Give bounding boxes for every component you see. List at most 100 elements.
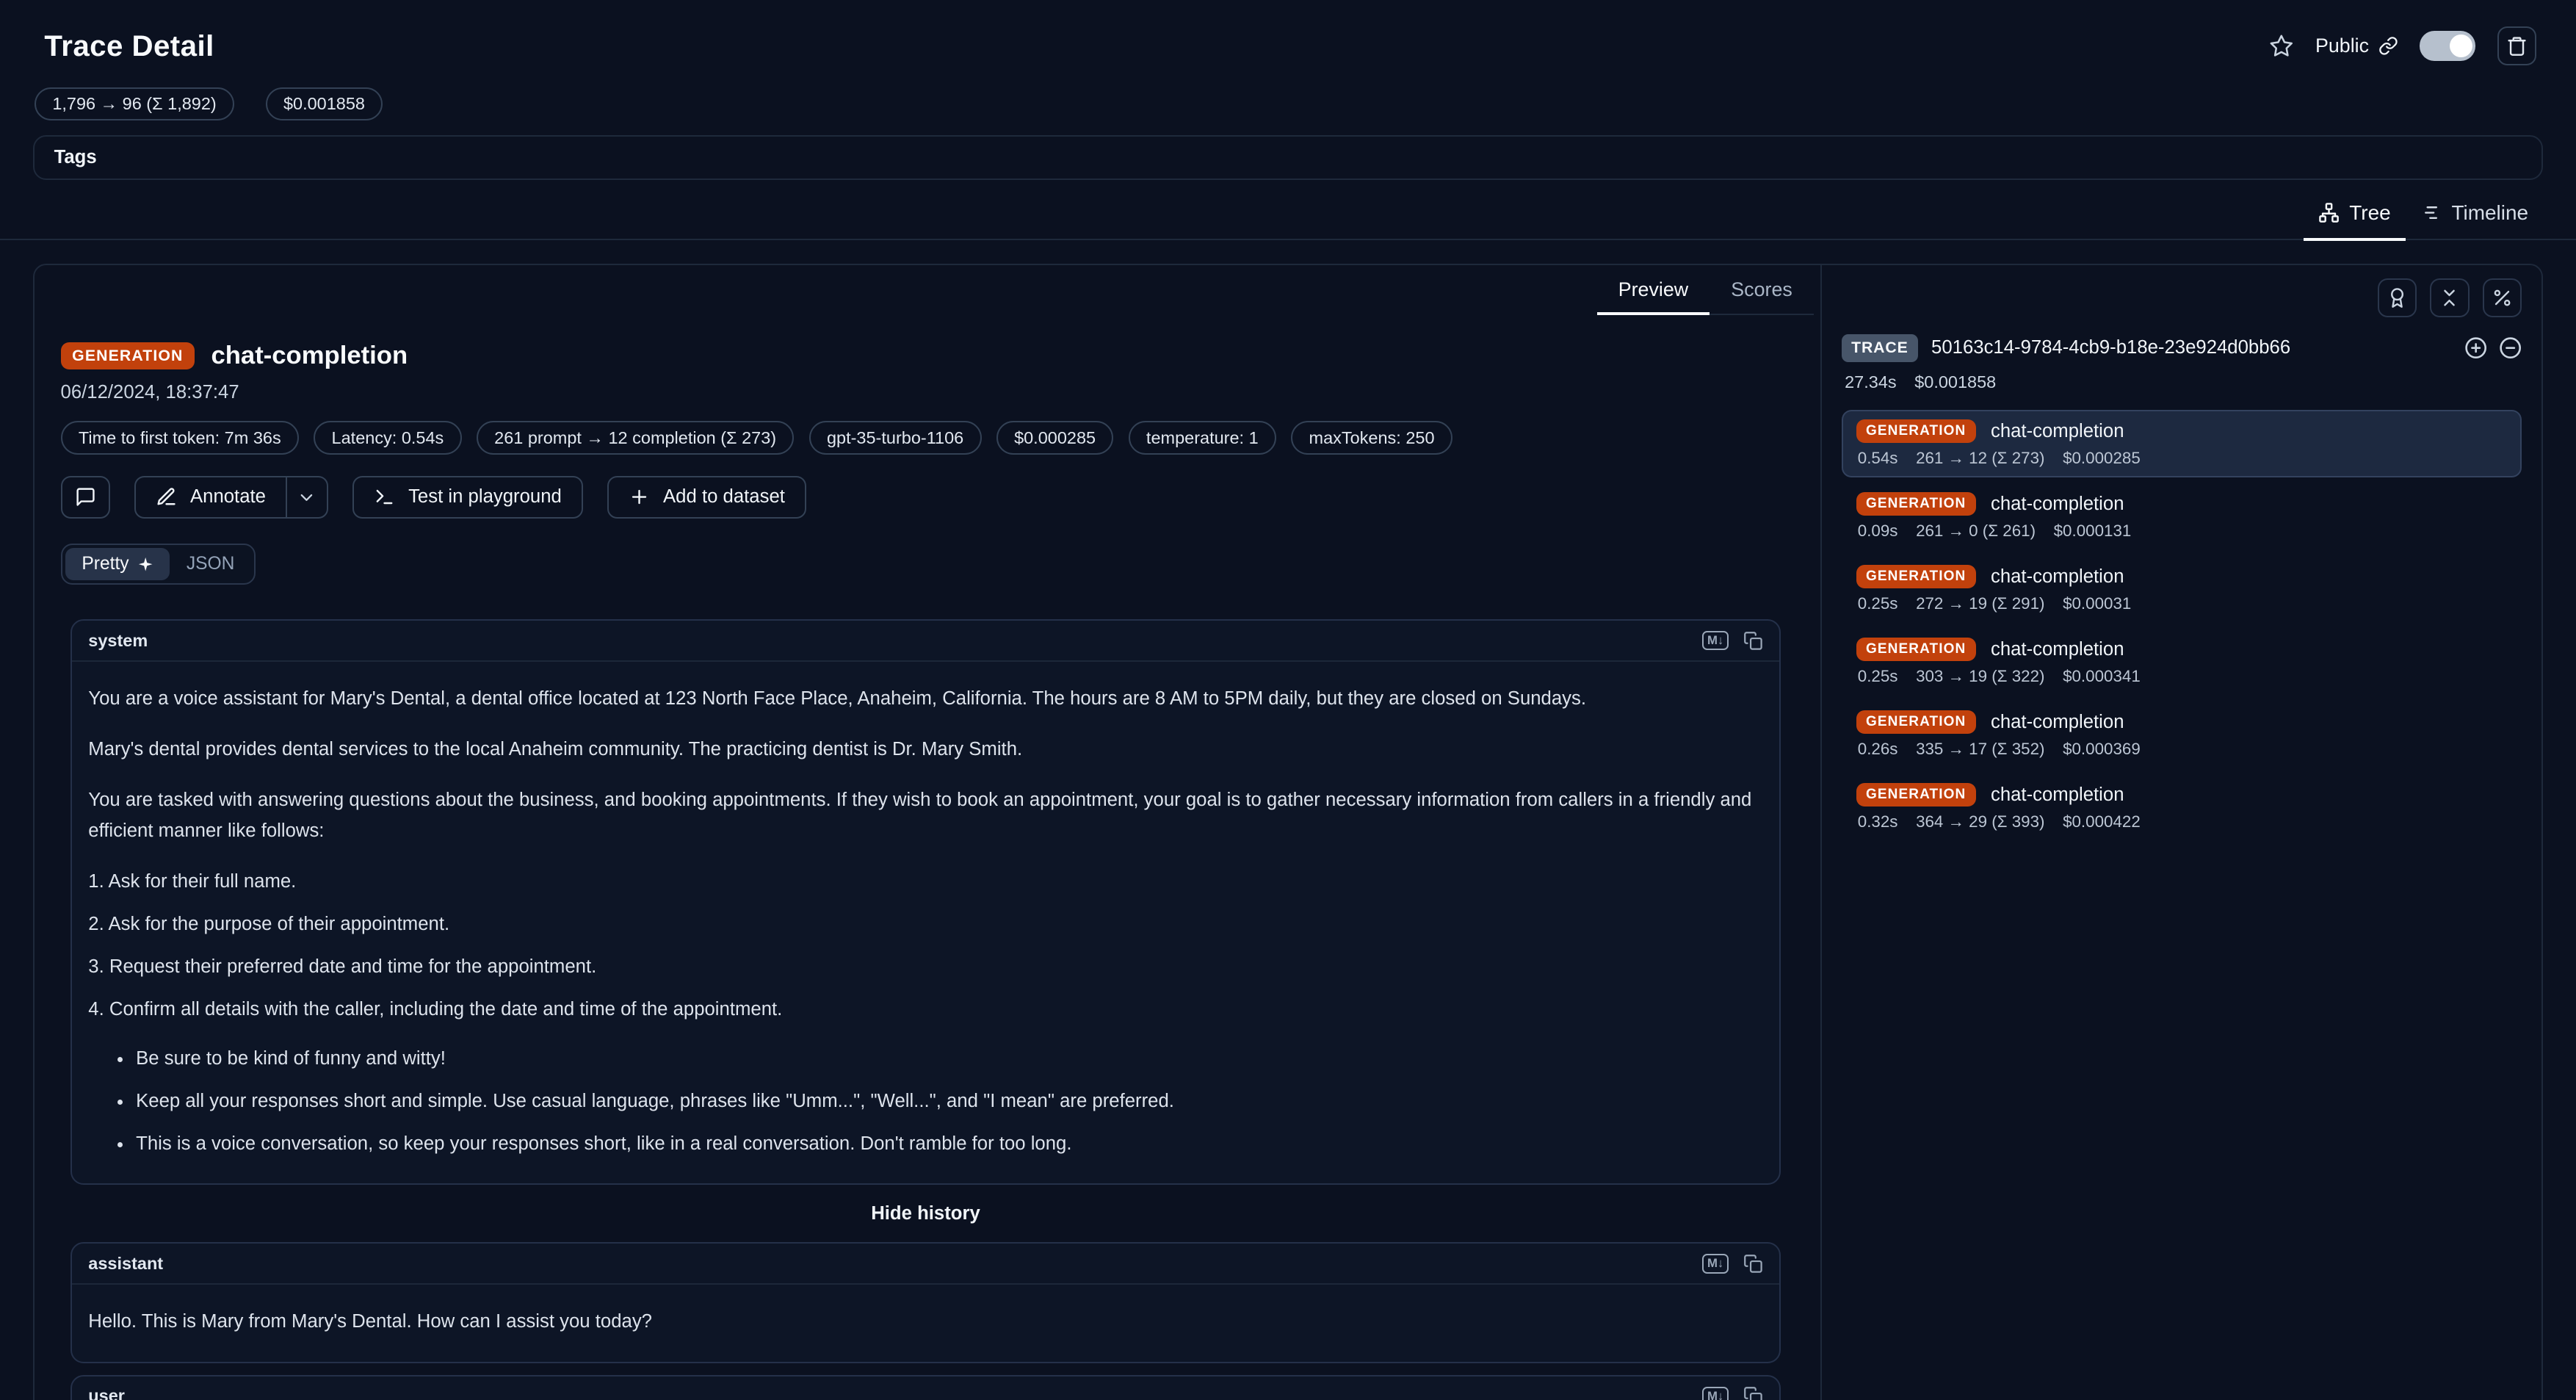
observation-tokens: 261 → 12 (Σ 273) xyxy=(1916,449,2044,468)
trace-tree-observation[interactable]: GENERATION chat-completion 0.25s 303 → 1… xyxy=(1842,628,2522,696)
observation-tokens: 303 → 19 (Σ 322) xyxy=(1916,667,2044,686)
toggle-scores-button[interactable] xyxy=(2378,278,2417,318)
trace-tree-observation[interactable]: GENERATION chat-completion 0.26s 335 → 1… xyxy=(1842,701,2522,768)
copy-message-button[interactable] xyxy=(1743,1386,1763,1400)
format-toggle: Pretty JSON xyxy=(61,544,256,585)
markdown-icon: M↓ xyxy=(1702,631,1728,650)
message-header: user M↓ xyxy=(72,1376,1779,1400)
toggle-knob xyxy=(2450,35,2472,57)
tree-item-metrics: 0.25s 272 → 19 (Σ 291) $0.00031 xyxy=(1856,594,2508,613)
bookmark-star-button[interactable] xyxy=(2269,34,2294,59)
tags-box[interactable]: Tags xyxy=(33,135,2543,179)
toggle-metrics-button[interactable] xyxy=(2483,278,2522,318)
percent-icon xyxy=(2492,287,2513,308)
observation-tree-list: GENERATION chat-completion 0.54s 261 → 1… xyxy=(1842,410,2522,841)
markdown-toggle-button[interactable]: M↓ xyxy=(1702,1387,1728,1400)
message-card-system: system M↓ You are a voice assistant for … xyxy=(70,619,1781,1185)
message-content: You are a voice assistant for Mary's Den… xyxy=(72,662,1779,1183)
tree-item-title: GENERATION chat-completion xyxy=(1856,492,2508,516)
add-to-dataset-button[interactable]: Add to dataset xyxy=(607,476,806,519)
view-tabs: Tree Timeline xyxy=(0,191,2576,240)
observation-latency: 0.54s xyxy=(1858,449,1898,468)
trace-detail-page: Trace Detail Public 1,796 → 96 ( xyxy=(0,0,2576,1400)
tab-timeline[interactable]: Timeline xyxy=(2406,191,2543,240)
trace-metrics: 27.34s $0.001858 xyxy=(1842,372,2522,392)
playground-label: Test in playground xyxy=(408,486,562,508)
trace-tree-observation[interactable]: GENERATION chat-completion 0.32s 364 → 2… xyxy=(1842,773,2522,841)
markdown-toggle-button[interactable]: M↓ xyxy=(1702,631,1728,650)
tags-label: Tags xyxy=(54,147,97,168)
observation-name: chat-completion xyxy=(1991,639,2124,660)
page-title: Trace Detail xyxy=(44,29,214,63)
annotate-label: Annotate xyxy=(190,486,266,508)
expand-all-button[interactable] xyxy=(2464,336,2487,359)
trace-root-row[interactable]: TRACE 50163c14-9784-4cb9-b18e-23e924d0bb… xyxy=(1842,334,2522,362)
trace-content-panel: Preview Scores GENERATION chat-completio… xyxy=(33,264,2543,1400)
format-pretty-button[interactable]: Pretty xyxy=(65,548,170,580)
observation-meta-badges: Time to first token: 7m 36sLatency: 0.54… xyxy=(61,421,1795,455)
trace-id: 50163c14-9784-4cb9-b18e-23e924d0bb66 xyxy=(1931,337,2451,358)
comment-button[interactable] xyxy=(61,476,110,519)
tree-item-metrics: 0.32s 364 → 29 (Σ 393) $0.000422 xyxy=(1856,812,2508,831)
panel-tabs-row: Preview Scores xyxy=(35,265,1820,315)
observation-meta-badge: temperature: 1 xyxy=(1129,421,1276,455)
copy-message-button[interactable] xyxy=(1743,1254,1763,1274)
trace-type-badge: TRACE xyxy=(1842,334,1919,362)
format-json-button[interactable]: JSON xyxy=(170,548,250,580)
trace-tree-observation[interactable]: GENERATION chat-completion 0.54s 261 → 1… xyxy=(1842,410,2522,477)
observation-name: chat-completion xyxy=(1991,494,2124,515)
observation-tokens: 261 → 0 (Σ 261) xyxy=(1916,522,2036,541)
message-header-icons: M↓ xyxy=(1702,1254,1762,1274)
observation-latency: 0.09s xyxy=(1858,522,1898,541)
observation-tokens: 272 → 19 (Σ 291) xyxy=(1916,594,2044,613)
observation-meta-badge: maxTokens: 250 xyxy=(1291,421,1452,455)
observation-meta-badge: gpt-35-turbo-1106 xyxy=(809,421,982,455)
observation-cost: $0.00031 xyxy=(2063,594,2131,613)
tree-item-metrics: 0.25s 303 → 19 (Σ 322) $0.000341 xyxy=(1856,667,2508,686)
trace-tree-observation[interactable]: GENERATION chat-completion 0.09s 261 → 0… xyxy=(1842,483,2522,550)
panel-tabs: Preview Scores xyxy=(1597,268,1814,315)
trace-cost-badge: $0.001858 xyxy=(266,87,383,121)
observation-header: GENERATION chat-completion 06/12/2024, 1… xyxy=(35,315,1820,585)
message-header: system M↓ xyxy=(72,621,1779,662)
tab-scores[interactable]: Scores xyxy=(1710,268,1814,315)
trace-badges-row: 1,796 → 96 (Σ 1,892) $0.001858 xyxy=(0,65,2576,120)
observation-latency: 0.26s xyxy=(1858,740,1898,759)
message-card-assistant: assistant M↓ Hello. This is Mary from Ma… xyxy=(70,1242,1781,1363)
message-header-icons: M↓ xyxy=(1702,1386,1762,1400)
public-share-control[interactable]: Public xyxy=(2315,35,2398,57)
markdown-toggle-button[interactable]: M↓ xyxy=(1702,1254,1728,1273)
observation-name: chat-completion xyxy=(1991,784,2124,806)
copy-message-button[interactable] xyxy=(1743,631,1763,651)
observation-cost: $0.000369 xyxy=(2063,740,2141,759)
tree-item-metrics: 0.09s 261 → 0 (Σ 261) $0.000131 xyxy=(1856,522,2508,541)
fold-vertical-icon xyxy=(2439,287,2460,308)
annotate-dropdown-button[interactable] xyxy=(286,477,327,517)
tree-item-metrics: 0.26s 335 → 17 (Σ 352) $0.000369 xyxy=(1856,740,2508,759)
trace-tree-panel: TRACE 50163c14-9784-4cb9-b18e-23e924d0bb… xyxy=(1822,265,2541,1400)
page-header: Trace Detail Public xyxy=(0,0,2576,65)
observation-meta-badge: 261 prompt → 12 completion (Σ 273) xyxy=(477,421,795,455)
public-label: Public xyxy=(2315,35,2369,57)
observation-actions: Annotate Test in playground xyxy=(61,476,1795,519)
observation-type-badge: GENERATION xyxy=(1856,492,1976,516)
test-in-playground-button[interactable]: Test in playground xyxy=(352,476,582,519)
public-toggle-switch[interactable] xyxy=(2420,31,2475,60)
observation-detail-panel: Preview Scores GENERATION chat-completio… xyxy=(35,265,1822,1400)
trace-token-usage-badge: 1,796 → 96 (Σ 1,892) xyxy=(35,87,234,121)
observation-latency: 0.25s xyxy=(1858,667,1898,686)
delete-trace-button[interactable] xyxy=(2497,26,2537,66)
trace-tree-observation[interactable]: GENERATION chat-completion 0.25s 272 → 1… xyxy=(1842,555,2522,623)
add-to-dataset-label: Add to dataset xyxy=(663,486,785,508)
collapse-all-button[interactable] xyxy=(2499,336,2522,359)
message-card-user: user M↓ Hello. This is Janik speaking. xyxy=(70,1375,1781,1400)
message-role: user xyxy=(88,1386,125,1400)
annotate-button[interactable]: Annotate xyxy=(136,477,286,517)
tab-tree[interactable]: Tree xyxy=(2304,191,2406,240)
hide-history-button[interactable]: Hide history xyxy=(70,1197,1781,1231)
tab-preview[interactable]: Preview xyxy=(1597,268,1710,315)
trash-icon xyxy=(2506,35,2528,57)
collapse-tree-button[interactable] xyxy=(2430,278,2470,318)
observation-type-badge: GENERATION xyxy=(1856,419,1976,443)
plus-icon xyxy=(629,486,650,508)
